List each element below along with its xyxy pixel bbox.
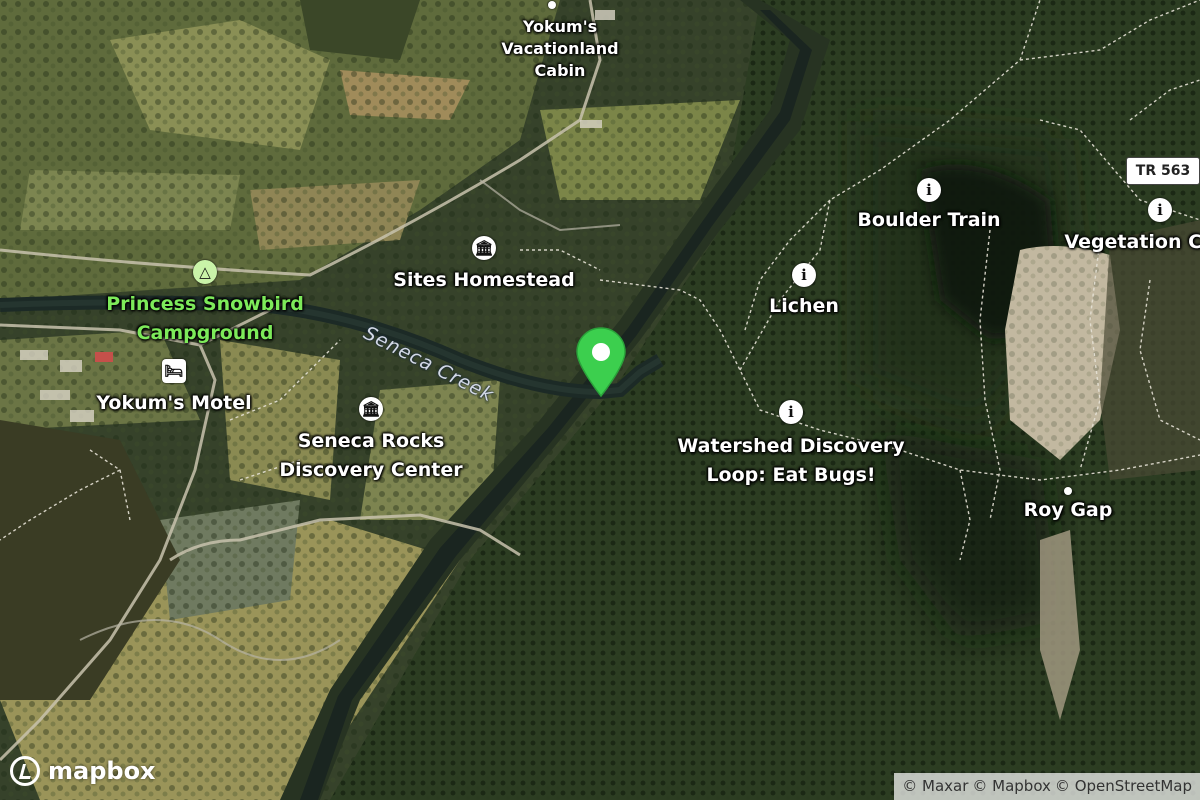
info-icon[interactable]: i <box>792 263 816 287</box>
label-line: Watershed Discovery <box>677 435 905 457</box>
label-line: Cabin <box>534 61 586 80</box>
label-yokums-motel[interactable]: Yokum's Motel <box>96 389 251 418</box>
label-vegetation[interactable]: Vegetation Ch <box>1064 228 1200 257</box>
attribution-bar: © Maxar © Mapbox © OpenStreetMap <box>894 773 1200 800</box>
museum-icon[interactable]: 🏛 <box>359 397 383 421</box>
label-boulder-train[interactable]: Boulder Train <box>857 206 1000 235</box>
attribution-osm[interactable]: © OpenStreetMap <box>1055 777 1192 795</box>
bed-icon[interactable]: 🛏 <box>162 359 186 383</box>
location-pin-icon[interactable] <box>575 326 627 398</box>
label-lichen[interactable]: Lichen <box>769 292 839 321</box>
label-line: Yokum's <box>522 17 598 36</box>
cabin-dot-icon[interactable] <box>548 1 556 9</box>
info-icon[interactable]: i <box>917 178 941 202</box>
info-icon[interactable]: i <box>779 400 803 424</box>
peak-dot-icon[interactable] <box>1064 487 1072 495</box>
info-icon[interactable]: i <box>1148 198 1172 222</box>
road-shield: TR 563 <box>1126 157 1200 185</box>
label-line: Princess Snowbird <box>106 293 304 315</box>
label-sites-homestead[interactable]: Sites Homestead <box>393 266 574 295</box>
attribution-maxar[interactable]: © Maxar <box>902 777 968 795</box>
label-watershed[interactable]: Watershed Discovery Loop: Eat Bugs! <box>677 432 904 490</box>
mapbox-logo[interactable]: mapbox <box>10 756 156 786</box>
attribution-mapbox[interactable]: © Mapbox <box>972 777 1051 795</box>
mapbox-logo-icon <box>10 756 40 786</box>
label-line: Campground <box>136 322 274 344</box>
label-line: Discovery Center <box>279 459 463 481</box>
museum-icon[interactable]: 🏛 <box>472 236 496 260</box>
label-roy-gap[interactable]: Roy Gap <box>1024 496 1113 525</box>
label-line: Seneca Rocks <box>297 430 445 452</box>
label-line: Vacationland <box>501 39 619 58</box>
label-line: Loop: Eat Bugs! <box>706 464 876 486</box>
label-princess-snowbird[interactable]: Princess Snowbird Campground <box>106 290 304 348</box>
label-discovery-center[interactable]: Seneca Rocks Discovery Center <box>279 427 462 485</box>
label-yokums-cabin[interactable]: Yokum's Vacationland Cabin <box>501 16 618 82</box>
mapbox-logo-text: mapbox <box>48 757 156 785</box>
campsite-icon[interactable]: △ <box>193 260 217 284</box>
